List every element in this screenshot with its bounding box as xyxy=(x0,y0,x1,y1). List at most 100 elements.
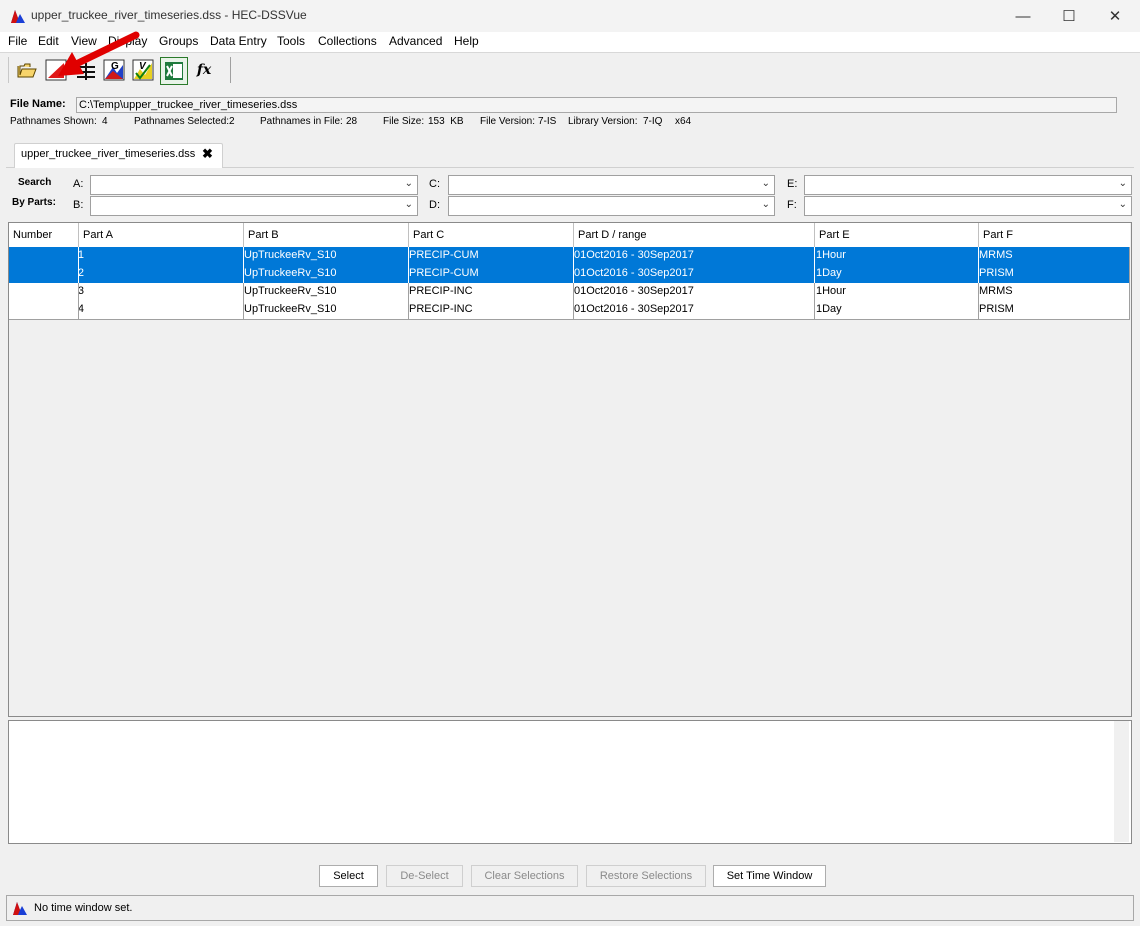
column-header-part-b[interactable]: Part B xyxy=(248,229,279,241)
close-button[interactable]: ✕ xyxy=(1092,0,1138,32)
maximize-icon: ☐ xyxy=(1062,8,1076,25)
tab-close-icon[interactable]: ✖ xyxy=(202,146,213,162)
excel-icon xyxy=(165,62,183,80)
cell-part-b: UpTruckeeRv_S10 xyxy=(244,249,337,261)
architecture-value: x64 xyxy=(675,116,692,127)
cell-part-b: UpTruckeeRv_S10 xyxy=(244,267,337,279)
status-bar xyxy=(6,895,1134,921)
cell-part-d: 01Oct2016 - 30Sep2017 xyxy=(574,267,694,279)
file-name-label: File Name: xyxy=(10,98,66,110)
pathname-text-area[interactable] xyxy=(8,720,1132,844)
library-version-value: 7-IQ xyxy=(643,116,663,127)
tab-label: upper_truckee_river_timeseries.dss xyxy=(21,148,196,160)
search-label: Search xyxy=(18,177,52,188)
part-a-combo[interactable]: ⌄ xyxy=(90,175,418,195)
cell-part-d: 01Oct2016 - 30Sep2017 xyxy=(574,303,694,315)
deselect-button[interactable]: De-Select xyxy=(386,865,463,887)
pathnames-in-file-label: Pathnames in File: xyxy=(260,116,343,127)
cell-part-c: PRECIP-INC xyxy=(409,285,473,297)
cell-part-d: 01Oct2016 - 30Sep2017 xyxy=(574,285,694,297)
window-title: upper_truckee_river_timeseries.dss - HEC… xyxy=(31,8,307,22)
part-f-label: F: xyxy=(787,199,797,211)
hec-dssvue-app-icon xyxy=(11,10,25,23)
by-parts-label: By Parts: xyxy=(12,197,56,208)
pathnames-in-file-value: 28 xyxy=(346,116,358,127)
part-b-label: B: xyxy=(73,199,84,211)
table-row[interactable]: 1 UpTruckeeRv_S10 PRECIP-CUM 01Oct2016 -… xyxy=(9,247,1130,265)
cell-part-c: PRECIP-INC xyxy=(409,303,473,315)
cell-part-f: PRISM xyxy=(979,303,1014,315)
library-version-label: Library Version: xyxy=(568,116,638,127)
cell-part-e: 1Hour xyxy=(816,249,846,261)
open-button[interactable] xyxy=(15,57,39,83)
cell-part-c: PRECIP-CUM xyxy=(409,249,479,261)
chevron-down-icon: ⌄ xyxy=(1118,199,1127,210)
pathnames-shown-value: 4 xyxy=(102,116,108,127)
toolbar-grip xyxy=(8,57,9,83)
menu-groups[interactable]: Groups xyxy=(159,34,198,48)
table-row[interactable]: 2 UpTruckeeRv_S10 PRECIP-CUM 01Oct2016 -… xyxy=(9,265,1130,283)
column-header-part-a[interactable]: Part A xyxy=(83,229,113,241)
select-button[interactable]: Select xyxy=(319,865,378,887)
part-d-combo[interactable]: ⌄ xyxy=(448,196,775,216)
pathnames-selected-label: Pathnames Selected: xyxy=(134,116,230,127)
file-version-label: File Version: xyxy=(480,116,536,127)
column-header-part-c[interactable]: Part C xyxy=(413,229,444,241)
cell-part-d: 01Oct2016 - 30Sep2017 xyxy=(574,249,694,261)
close-icon: ✕ xyxy=(1108,8,1122,25)
chevron-down-icon: ⌄ xyxy=(404,178,413,189)
part-c-label: C: xyxy=(429,178,440,190)
menu-help[interactable]: Help xyxy=(454,34,479,48)
math-function-button[interactable]: fx xyxy=(192,57,216,83)
menu-file[interactable]: File xyxy=(8,34,27,48)
cell-part-c: PRECIP-CUM xyxy=(409,267,479,279)
clear-selections-button[interactable]: Clear Selections xyxy=(471,865,578,887)
file-size-value: 153 KB xyxy=(428,116,464,127)
menu-advanced[interactable]: Advanced xyxy=(389,34,442,48)
file-name-field: C:\Temp\upper_truckee_river_timeseries.d… xyxy=(76,97,1117,113)
menu-collections[interactable]: Collections xyxy=(318,34,377,48)
cell-part-b: UpTruckeeRv_S10 xyxy=(244,285,337,297)
open-folder-icon xyxy=(17,63,37,78)
set-time-window-button[interactable]: Set Time Window xyxy=(713,865,826,887)
excel-button[interactable] xyxy=(160,57,188,85)
column-header-part-d[interactable]: Part D / range xyxy=(578,229,646,241)
menu-data-entry[interactable]: Data Entry xyxy=(210,34,267,48)
cell-part-f: PRISM xyxy=(979,267,1014,279)
part-a-label: A: xyxy=(73,178,84,190)
column-header-number[interactable]: Number xyxy=(13,229,52,241)
cell-part-e: 1Hour xyxy=(816,285,846,297)
part-d-label: D: xyxy=(429,199,440,211)
file-size-label: File Size: xyxy=(383,116,425,127)
chevron-down-icon: ⌄ xyxy=(761,178,770,189)
part-e-label: E: xyxy=(787,178,798,190)
vertical-scrollbar[interactable] xyxy=(1114,721,1129,842)
restore-selections-button[interactable]: Restore Selections xyxy=(586,865,706,887)
column-header-part-f[interactable]: Part F xyxy=(983,229,1013,241)
minimize-button[interactable]: — xyxy=(1000,0,1046,32)
math-function-icon: fx xyxy=(196,62,212,78)
status-text: No time window set. xyxy=(34,902,133,914)
table-header xyxy=(9,223,1130,248)
chevron-down-icon: ⌄ xyxy=(761,199,770,210)
chevron-down-icon: ⌄ xyxy=(404,199,413,210)
annotation-arrow xyxy=(58,31,140,76)
cell-part-e: 1Day xyxy=(816,267,842,279)
toolbar-separator xyxy=(230,57,231,83)
menu-tools[interactable]: Tools xyxy=(277,34,305,48)
cell-part-f: MRMS xyxy=(979,285,1013,297)
maximize-button[interactable]: ☐ xyxy=(1046,0,1092,32)
part-b-combo[interactable]: ⌄ xyxy=(90,196,418,216)
part-f-combo[interactable]: ⌄ xyxy=(804,196,1132,216)
minimize-icon: — xyxy=(1015,7,1031,25)
part-c-combo[interactable]: ⌄ xyxy=(448,175,775,195)
column-header-part-e[interactable]: Part E xyxy=(819,229,850,241)
cell-part-e: 1Day xyxy=(816,303,842,315)
pathnames-selected-value: 2 xyxy=(229,116,235,127)
cell-part-f: MRMS xyxy=(979,249,1013,261)
table-row[interactable]: 3 UpTruckeeRv_S10 PRECIP-INC 01Oct2016 -… xyxy=(9,283,1130,302)
pathnames-shown-label: Pathnames Shown: xyxy=(10,116,97,127)
table-row[interactable]: 4 UpTruckeeRv_S10 PRECIP-INC 01Oct2016 -… xyxy=(9,301,1130,320)
part-e-combo[interactable]: ⌄ xyxy=(804,175,1132,195)
file-version-value: 7-IS xyxy=(538,116,557,127)
